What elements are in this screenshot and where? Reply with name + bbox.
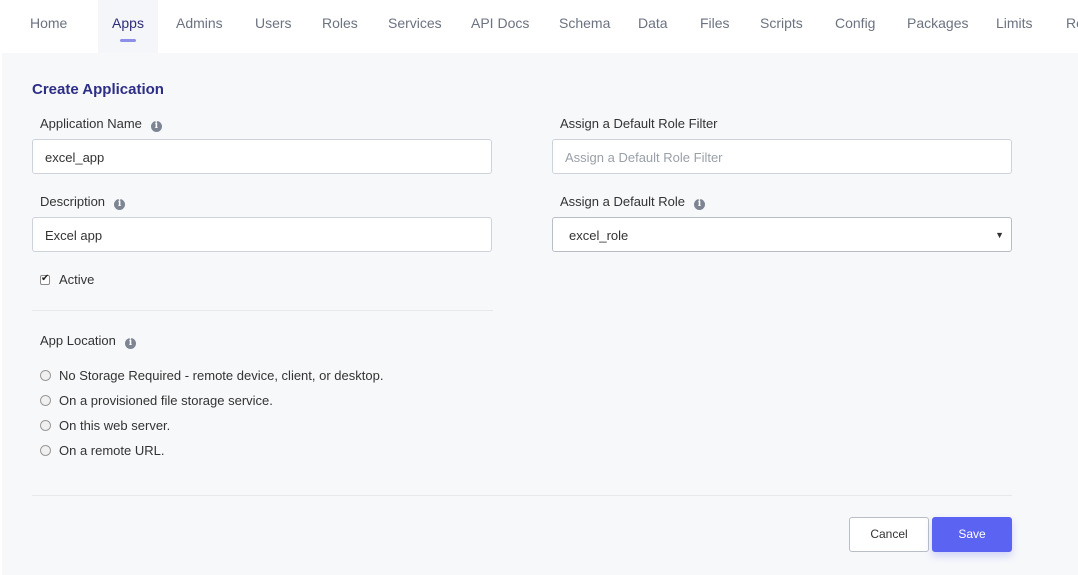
nav-tab-apps[interactable]: Apps <box>98 0 158 53</box>
default-role-label-text: Assign a Default Role <box>560 194 686 209</box>
app-name-label: Application Name i <box>40 116 162 132</box>
role-filter-input[interactable]: Assign a Default Role Filter <box>552 139 1012 174</box>
radio-label-remote-url: On a remote URL. <box>59 443 165 458</box>
checkmark-icon: ✔ <box>41 273 50 284</box>
nav-tab-label: Limits <box>996 15 1033 31</box>
nav-tab-label: Services <box>388 15 442 31</box>
nav-tab-label: Apps <box>112 15 144 31</box>
description-label-text: Description <box>40 194 106 209</box>
nav-tab-overflow[interactable]: Re <box>1066 0 1078 53</box>
radio-no-storage[interactable] <box>40 370 51 381</box>
active-tab-indicator <box>120 39 136 42</box>
nav-tab-label: Home <box>30 15 68 31</box>
divider <box>32 310 493 311</box>
nav-tab-api-docs[interactable]: API Docs <box>471 0 529 53</box>
app-name-input[interactable]: excel_app <box>32 139 492 174</box>
radio-remote-url[interactable] <box>40 445 51 456</box>
nav-tab-label: Admins <box>176 15 223 31</box>
info-icon[interactable]: i <box>124 338 136 349</box>
description-input[interactable]: Excel app <box>32 217 492 252</box>
app-location-label-text: App Location <box>40 333 116 348</box>
nav-tab-label: Config <box>835 15 876 31</box>
nav-tab-label: Scripts <box>760 15 803 31</box>
nav-tab-label: Packages <box>907 15 969 31</box>
active-checkbox[interactable]: ✔ <box>40 273 50 285</box>
nav-tab-services[interactable]: Services <box>388 0 442 53</box>
role-filter-label: Assign a Default Role Filter <box>560 116 718 131</box>
footer-divider <box>32 495 1012 496</box>
nav-tab-config[interactable]: Config <box>835 0 875 53</box>
nav-tab-limits[interactable]: Limits <box>996 0 1033 53</box>
default-role-label: Assign a Default Role i <box>560 194 706 210</box>
radio-label-web-server: On this web server. <box>59 418 171 433</box>
nav-tab-label: Data <box>638 15 668 31</box>
nav-tab-data[interactable]: Data <box>638 0 668 53</box>
nav-tab-files[interactable]: Files <box>700 0 730 53</box>
app-name-label-text: Application Name <box>40 116 142 131</box>
nav-tab-label: Re <box>1066 15 1078 31</box>
cancel-button[interactable]: Cancel <box>849 517 929 552</box>
app-location-label: App Location i <box>40 333 136 349</box>
description-label: Description i <box>40 194 126 210</box>
radio-web-server[interactable] <box>40 420 51 431</box>
nav-tab-users[interactable]: Users <box>255 0 292 53</box>
active-label: Active <box>59 272 95 287</box>
info-icon[interactable]: i <box>694 199 706 210</box>
radio-label-no-storage: No Storage Required - remote device, cli… <box>59 368 384 383</box>
default-role-value: excel_role <box>569 228 629 243</box>
default-role-select[interactable]: excel_role ▼ <box>552 217 1012 252</box>
nav-tab-label: Schema <box>559 15 611 31</box>
nav-tab-admins[interactable]: Admins <box>176 0 223 53</box>
nav-tab-home[interactable]: Home <box>30 0 67 53</box>
nav-tab-label: API Docs <box>471 15 530 31</box>
nav-tab-label: Roles <box>322 15 358 31</box>
nav-tab-roles[interactable]: Roles <box>322 0 358 53</box>
nav-tab-label: Files <box>700 15 730 31</box>
page-title: Create Application <box>32 81 164 98</box>
info-icon[interactable]: i <box>150 121 162 132</box>
info-icon[interactable]: i <box>114 199 126 210</box>
nav-tab-scripts[interactable]: Scripts <box>760 0 803 53</box>
caret-down-icon: ▼ <box>995 230 1004 240</box>
radio-label-file-storage: On a provisioned file storage service. <box>59 393 273 408</box>
radio-file-storage[interactable] <box>40 395 51 406</box>
nav-tab-schema[interactable]: Schema <box>559 0 610 53</box>
save-button[interactable]: Save <box>932 517 1012 552</box>
nav-tab-packages[interactable]: Packages <box>907 0 968 53</box>
nav-tab-label: Users <box>255 15 292 31</box>
top-nav: Home Apps Admins Users Roles Services AP… <box>0 0 1078 53</box>
create-app-panel: Create Application Application Name i exc… <box>2 53 1078 575</box>
